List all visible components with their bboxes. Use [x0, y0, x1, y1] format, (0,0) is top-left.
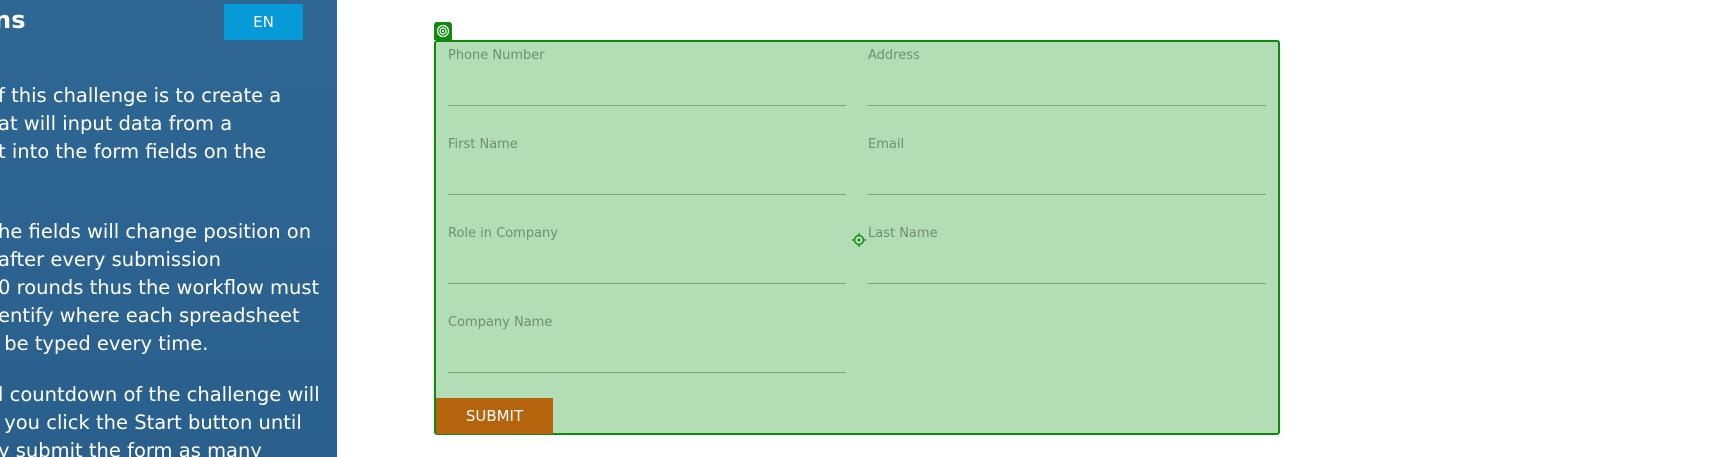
language-button[interactable]: EN: [224, 4, 303, 40]
instructions-paragraph-1: f this challenge is to create a at will …: [0, 84, 282, 163]
target-icon: [434, 22, 452, 40]
field-underline: [868, 283, 1266, 284]
first-name-field[interactable]: First Name: [448, 137, 846, 195]
email-field[interactable]: Email: [868, 137, 1266, 195]
phone-number-label: Phone Number: [448, 48, 545, 63]
address-field[interactable]: Address: [868, 48, 1266, 106]
company-name-field[interactable]: Company Name: [448, 315, 846, 373]
role-in-company-field[interactable]: Role in Company: [448, 226, 846, 284]
first-name-label: First Name: [448, 137, 518, 152]
last-name-label: Last Name: [868, 226, 938, 241]
last-name-field[interactable]: Last Name: [868, 226, 1266, 284]
panel-title: ns: [0, 6, 26, 34]
field-underline: [868, 105, 1266, 106]
crosshair-icon: [852, 232, 866, 247]
phone-number-field[interactable]: Phone Number: [448, 48, 846, 106]
role-in-company-label: Role in Company: [448, 226, 558, 241]
instructions-panel: ns EN f this challenge is to create a at…: [0, 0, 337, 457]
submit-button[interactable]: SUBMIT: [436, 398, 553, 434]
address-label: Address: [868, 48, 920, 63]
company-name-label: Company Name: [448, 315, 553, 330]
email-label: Email: [868, 137, 905, 152]
instructions-paragraph-3: l countdown of the challenge will you cl…: [0, 383, 320, 457]
field-underline: [448, 194, 846, 195]
field-underline: [448, 283, 846, 284]
field-underline: [868, 194, 1266, 195]
field-underline: [448, 372, 846, 373]
instructions-paragraph-2: he fields will change position on after …: [0, 220, 320, 355]
field-underline: [448, 105, 846, 106]
